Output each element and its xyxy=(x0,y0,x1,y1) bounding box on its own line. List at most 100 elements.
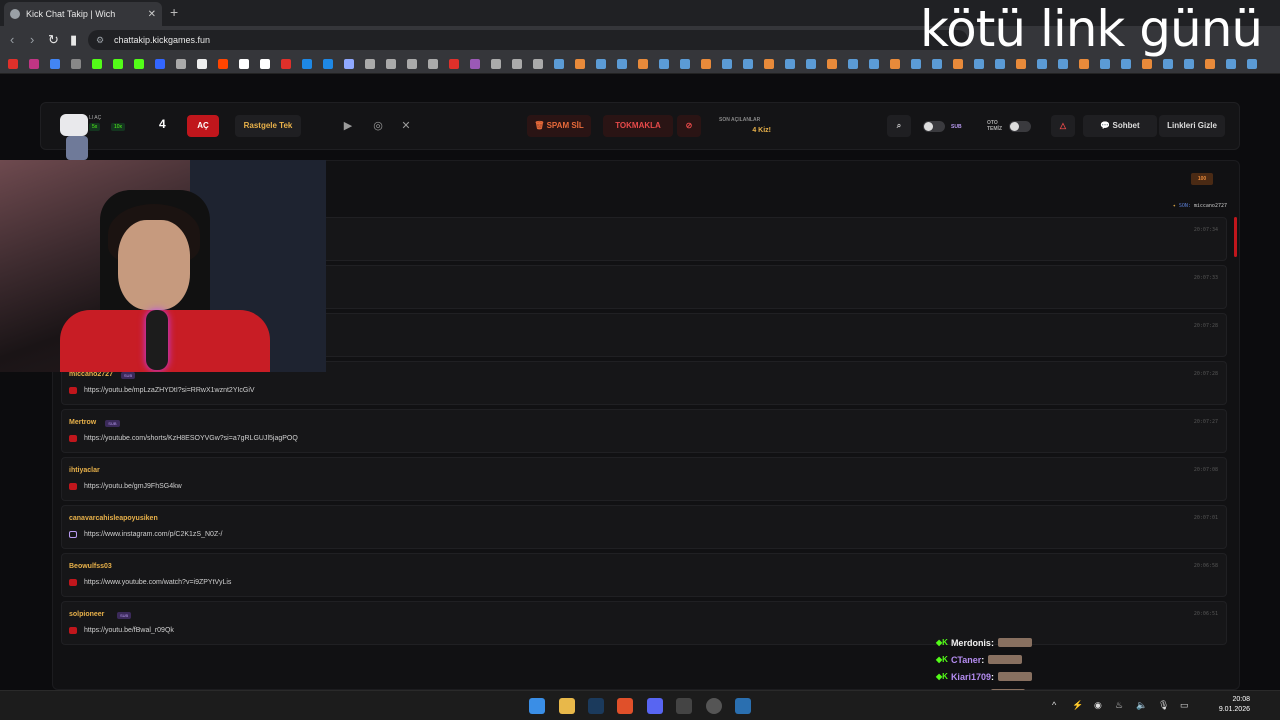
discord-icon[interactable] xyxy=(647,698,663,714)
random-one-button[interactable]: Rastgele Tek xyxy=(235,115,301,137)
bookmark-favicon-icon[interactable] xyxy=(722,59,732,69)
bookmark-favicon-icon[interactable] xyxy=(659,59,669,69)
bookmark-favicon-icon[interactable] xyxy=(911,59,921,69)
bookmark-favicon-icon[interactable] xyxy=(92,59,102,69)
bookmark-favicon-icon[interactable] xyxy=(743,59,753,69)
instagram-icon[interactable]: ◎ xyxy=(371,119,385,133)
bookmark-favicon-icon[interactable] xyxy=(995,59,1005,69)
hide-links-button[interactable]: Linkleri Gizle xyxy=(1159,115,1225,137)
bookmark-favicon-icon[interactable] xyxy=(1058,59,1068,69)
scrollbar[interactable] xyxy=(1234,217,1237,257)
row-link[interactable]: https://www.instagram.com/p/C2K1zS_N0Z-/ xyxy=(84,531,223,538)
bookmark-favicon-icon[interactable] xyxy=(869,59,879,69)
back-icon[interactable]: ‹ xyxy=(10,32,14,47)
address-bar[interactable]: ⚙ chattakip.kickgames.fun xyxy=(88,30,968,50)
bookmark-favicon-icon[interactable] xyxy=(617,59,627,69)
bookmark-favicon-icon[interactable] xyxy=(302,59,312,69)
bookmark-favicon-icon[interactable] xyxy=(974,59,984,69)
bookmark-favicon-icon[interactable] xyxy=(134,59,144,69)
bookmark-favicon-icon[interactable] xyxy=(806,59,816,69)
file-explorer-icon[interactable] xyxy=(559,698,575,714)
bookmark-favicon-icon[interactable] xyxy=(155,59,165,69)
bookmark-favicon-icon[interactable] xyxy=(575,59,585,69)
bookmark-favicon-icon[interactable] xyxy=(1016,59,1026,69)
row-username[interactable]: miccano2727 xyxy=(69,371,113,378)
open-button[interactable]: AÇ xyxy=(187,115,219,137)
bookmark-favicon-icon[interactable] xyxy=(638,59,648,69)
bookmark-favicon-icon[interactable] xyxy=(1226,59,1236,69)
bookmark-favicon-icon[interactable] xyxy=(1163,59,1173,69)
bookmark-favicon-icon[interactable] xyxy=(344,59,354,69)
bookmark-favicon-icon[interactable] xyxy=(785,59,795,69)
speaker-icon[interactable]: 🔈 xyxy=(1136,700,1147,711)
row-username[interactable]: Mertrow xyxy=(69,419,96,426)
bookmark-favicon-icon[interactable] xyxy=(554,59,564,69)
bookmark-favicon-icon[interactable] xyxy=(71,59,81,69)
link-row[interactable]: canavarcahisleapoyusiken https://www.inst… xyxy=(61,505,1227,549)
row-link[interactable]: https://youtu.be/mpLzaZHYDtI?si=RRwX1wzn… xyxy=(84,387,255,394)
bookmark-favicon-icon[interactable] xyxy=(1205,59,1215,69)
tokmakla-button[interactable]: TOKMAKLA xyxy=(603,115,673,137)
bookmark-favicon-icon[interactable] xyxy=(827,59,837,69)
link-row[interactable]: Beowulfss03 https://www.youtube.com/watch… xyxy=(61,553,1227,597)
link-row[interactable]: ihtiyaclar https://youtu.be/gmJ9FhSG4kw 20… xyxy=(61,457,1227,501)
bookmark-favicon-icon[interactable] xyxy=(29,59,39,69)
bookmark-favicon-icon[interactable] xyxy=(407,59,417,69)
tray-steam-icon[interactable]: ♨ xyxy=(1115,700,1123,711)
tray-chevron-icon[interactable]: ^ xyxy=(1052,700,1056,710)
bookmark-favicon-icon[interactable] xyxy=(1079,59,1089,69)
chat-button[interactable]: 💬 Sohbet xyxy=(1083,115,1157,137)
app-icon[interactable] xyxy=(676,698,692,714)
bookmark-favicon-icon[interactable] xyxy=(1184,59,1194,69)
settings-app-icon[interactable] xyxy=(735,698,751,714)
bookmark-favicon-icon[interactable] xyxy=(512,59,522,69)
tray-obs-icon[interactable]: ◉ xyxy=(1094,700,1102,711)
bookmark-favicon-icon[interactable] xyxy=(50,59,60,69)
bookmark-favicon-icon[interactable] xyxy=(680,59,690,69)
bookmark-favicon-icon[interactable] xyxy=(281,59,291,69)
bookmark-favicon-icon[interactable] xyxy=(323,59,333,69)
bookmark-favicon-icon[interactable] xyxy=(848,59,858,69)
tray-app-icon[interactable]: ⚡ xyxy=(1072,700,1083,711)
steam-icon[interactable] xyxy=(588,698,604,714)
bookmark-favicon-icon[interactable] xyxy=(449,59,459,69)
bookmark-favicon-icon[interactable] xyxy=(701,59,711,69)
x-icon[interactable]: ✕ xyxy=(399,119,413,133)
bookmark-favicon-icon[interactable] xyxy=(1121,59,1131,69)
bookmark-favicon-icon[interactable] xyxy=(8,59,18,69)
bookmark-favicon-icon[interactable] xyxy=(533,59,543,69)
new-tab-icon[interactable]: + xyxy=(170,4,178,20)
bookmark-favicon-icon[interactable] xyxy=(239,59,249,69)
bookmark-favicon-icon[interactable] xyxy=(1142,59,1152,69)
bookmark-favicon-icon[interactable] xyxy=(1100,59,1110,69)
row-link[interactable]: https://youtube.com/shorts/KzH8ESOYVGw?s… xyxy=(84,435,298,442)
multiplier-10x-badge[interactable]: 10x xyxy=(111,123,126,131)
bookmark-favicon-icon[interactable] xyxy=(1037,59,1047,69)
auto-clean-toggle[interactable] xyxy=(1009,121,1031,132)
bookmark-favicon-icon[interactable] xyxy=(932,59,942,69)
brave-icon[interactable] xyxy=(617,698,633,714)
tab-close-icon[interactable]: ✕ xyxy=(148,9,156,20)
bookmark-favicon-icon[interactable] xyxy=(113,59,123,69)
bookmark-favicon-icon[interactable] xyxy=(1247,59,1257,69)
bookmark-favicon-icon[interactable] xyxy=(428,59,438,69)
reload-icon[interactable]: ↻ xyxy=(48,32,59,48)
row-username[interactable]: ihtiyaclar xyxy=(69,467,100,474)
row-link[interactable]: https://youtu.be/gmJ9FhSG4kw xyxy=(84,483,182,490)
bookmark-favicon-icon[interactable] xyxy=(197,59,207,69)
row-username[interactable]: canavarcahisleapoyusiken xyxy=(69,515,158,522)
row-username[interactable]: solpioneer xyxy=(69,611,104,618)
bookmark-favicon-icon[interactable] xyxy=(470,59,480,69)
bookmark-favicon-icon[interactable] xyxy=(890,59,900,69)
bookmark-favicon-icon[interactable] xyxy=(365,59,375,69)
site-info-icon[interactable]: ⚙ xyxy=(96,30,104,50)
bookmark-favicon-icon[interactable] xyxy=(176,59,186,69)
search-icon[interactable]: ⌕ xyxy=(887,115,911,137)
youtube-icon[interactable]: ▶ xyxy=(341,119,355,133)
bookmark-favicon-icon[interactable] xyxy=(491,59,501,69)
forward-icon[interactable]: › xyxy=(30,32,34,47)
row-username[interactable]: Beowulfss03 xyxy=(69,563,112,570)
bookmark-icon[interactable]: ▮ xyxy=(70,32,77,48)
mic-icon[interactable]: 🎙 xyxy=(1158,700,1169,711)
browser-tab[interactable]: Kick Chat Takip | Wich ✕ xyxy=(4,2,162,26)
